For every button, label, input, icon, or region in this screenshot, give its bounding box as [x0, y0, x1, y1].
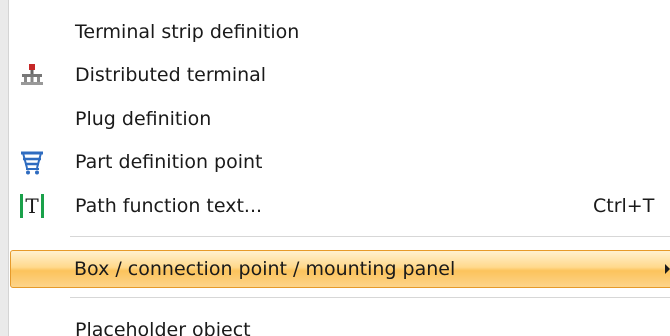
menu-item-part-definition-point[interactable]: Part definition point	[8, 141, 670, 183]
menu-item-plug-definition[interactable]: Plug definition	[8, 98, 670, 140]
submenu-arrow-icon	[665, 264, 670, 274]
menu-item-label: Part definition point	[75, 151, 263, 173]
menu-item-label: Placeholder object	[75, 319, 251, 336]
menu-item-box-connection-point-mounting-panel[interactable]: Box / connection point / mounting panel	[10, 250, 670, 288]
shortcut-label: Ctrl+T	[593, 195, 655, 217]
menu-item-label: Plug definition	[75, 108, 212, 130]
text-frame-icon-letter: T	[25, 194, 39, 218]
menu-item-label: Terminal strip definition	[75, 21, 300, 43]
menu-item-label: Box / connection point / mounting panel	[74, 258, 456, 280]
menu-item-terminal-strip-definition[interactable]: Terminal strip definition	[8, 11, 670, 53]
text-frame-icon: T	[18, 192, 46, 220]
menu-item-label: Distributed terminal	[75, 64, 267, 86]
cart-icon	[18, 148, 46, 176]
menu-item-distributed-terminal[interactable]: Distributed terminal	[8, 54, 670, 96]
distributed-terminal-icon	[18, 61, 46, 89]
menu-item-path-function-text[interactable]: T Path function text... Ctrl+T	[8, 185, 670, 227]
context-menu: Terminal strip definition Distributed te…	[0, 0, 670, 336]
menu-separator	[70, 297, 670, 298]
menu-item-label: Path function text...	[75, 195, 263, 217]
menu-separator	[70, 236, 670, 237]
menu-item-placeholder-object[interactable]: Placeholder object	[8, 309, 670, 336]
